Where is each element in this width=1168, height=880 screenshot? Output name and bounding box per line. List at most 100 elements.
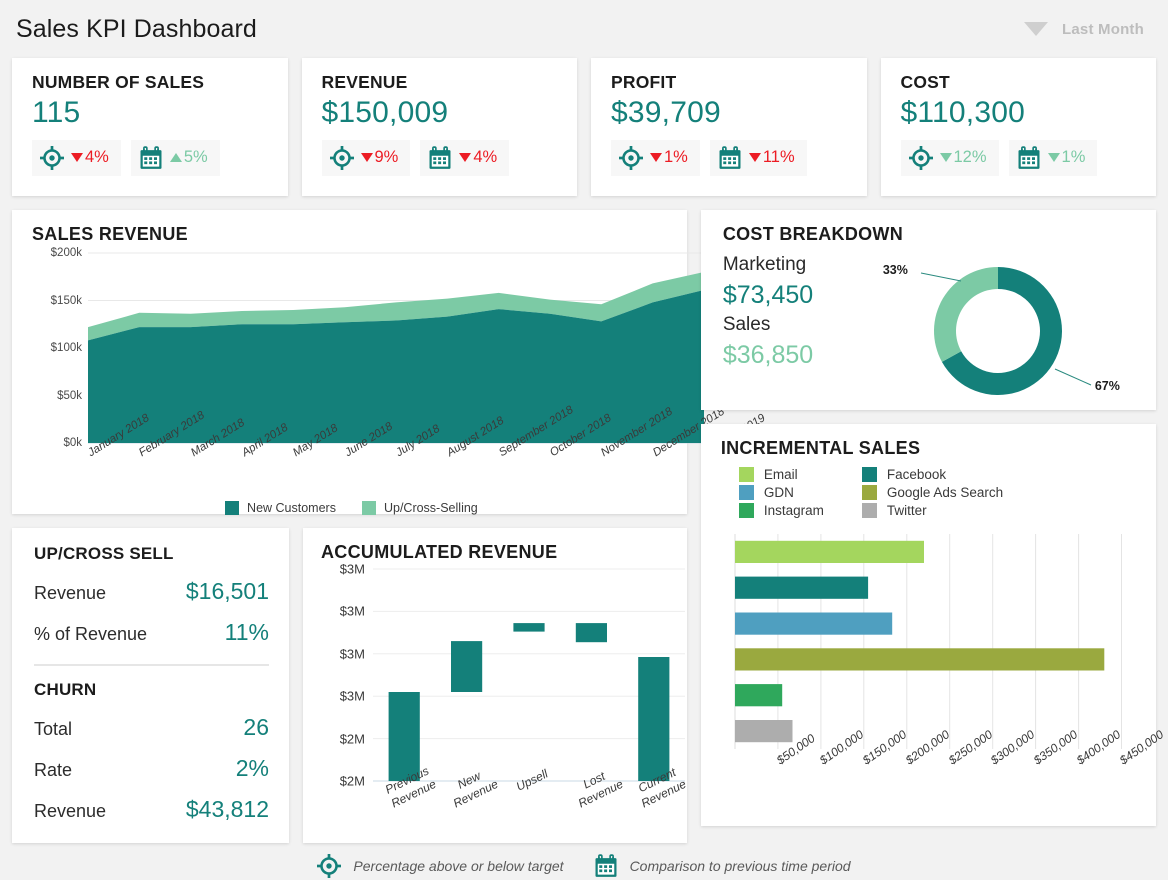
kpi-chip-target[interactable]: 12%	[901, 140, 999, 176]
incremental-bar	[735, 541, 924, 563]
kpi-chip-target[interactable]: 1%	[611, 140, 700, 176]
kpi-delta-period: 4%	[459, 148, 497, 167]
churn-label: Total	[34, 719, 72, 740]
churn-title: CHURN	[34, 680, 269, 700]
y-axis-tick: $3M	[340, 646, 365, 661]
kpi-chips: 12% 1%	[901, 140, 1139, 176]
kpi-value: $39,709	[611, 94, 849, 132]
y-axis-tick: $200k	[51, 247, 82, 259]
kpi-value: $150,009	[322, 94, 560, 132]
donut-leader-67	[1055, 369, 1091, 385]
accumulated-revenue-plot: $2M$2M$3M$3M$3M$3M PreviousRevenueNewRev…	[321, 569, 673, 781]
incremental-bar	[735, 613, 892, 635]
footer-legend-text: Comparison to previous time period	[630, 858, 851, 874]
kpi-delta-period: 5%	[170, 148, 208, 167]
y-axis-tick: $150k	[51, 295, 82, 307]
kpi-delta-target: 12%	[940, 148, 987, 167]
kpi-delta-target: 4%	[71, 148, 109, 167]
donut-pct-67: 67%	[1095, 379, 1120, 393]
accumulated-revenue-title: ACCUMULATED REVENUE	[321, 542, 673, 563]
legend-item[interactable]: Facebook	[862, 467, 1003, 482]
kpi-card: PROFIT $39,709 1%	[591, 58, 867, 196]
kpi-card: NUMBER OF SALES 115 4%	[12, 58, 288, 196]
kpi-chip-period[interactable]: 11%	[710, 140, 807, 176]
period-filter-dropdown[interactable]: Last Month	[1024, 21, 1152, 38]
calendar-icon	[594, 854, 618, 878]
kpi-chip-period[interactable]: 5%	[131, 140, 220, 176]
legend-item[interactable]: Email	[739, 467, 824, 482]
kpi-delta-target: 9%	[361, 148, 399, 167]
incremental-sales-title: INCREMENTAL SALES	[721, 438, 1140, 459]
y-axis-tick: $50k	[57, 390, 82, 402]
footer-legend-item: Percentage above or below target	[317, 854, 563, 878]
calendar-icon	[1017, 146, 1041, 170]
calendar-icon	[428, 146, 452, 170]
footer-legend-item: Comparison to previous time period	[594, 854, 851, 878]
chevron-down-icon	[1024, 22, 1048, 36]
legend-item[interactable]: Google Ads Search	[862, 485, 1003, 500]
up-cross-sell-card: UP/CROSS SELL Revenue $16,501 % of Revenu…	[12, 528, 289, 843]
section-divider	[34, 664, 269, 666]
kpi-delta-period: 1%	[1048, 148, 1086, 167]
up-cross-sell-label: % of Revenue	[34, 624, 147, 645]
cost-breakdown-card: COST BREAKDOWN Marketing $73,450Sales $3…	[701, 210, 1156, 410]
target-icon	[619, 146, 643, 170]
y-axis-tick: $0k	[63, 437, 82, 449]
kpi-chips: 1% 11%	[611, 140, 849, 176]
incremental-bar	[735, 577, 868, 599]
kpi-chip-target[interactable]: 4%	[32, 140, 121, 176]
footer-legend-text: Percentage above or below target	[353, 858, 563, 874]
calendar-icon	[139, 146, 163, 170]
incremental-sales-x-axis: $50,000$100,000$150,000$200,000$250,000$…	[735, 752, 1140, 832]
kpi-title: NUMBER OF SALES	[32, 72, 270, 93]
churn-value: 2%	[236, 755, 269, 782]
legend-swatch	[739, 503, 754, 518]
sales-revenue-plot: $0k$50k$100k$150k$200k January 2018Febru…	[32, 253, 671, 443]
incremental-sales-card: INCREMENTAL SALES Email GDN Instagram Fa…	[701, 424, 1156, 826]
waterfall-bar	[638, 657, 669, 781]
legend-column: Email GDN Instagram	[739, 467, 824, 518]
up-cross-sell-row: % of Revenue 11%	[34, 619, 269, 646]
legend-label: Email	[764, 467, 798, 482]
cost-breakdown-body: Marketing $73,450Sales $36,850 33% 67%	[723, 251, 1138, 411]
cost-breakdown-values: Marketing $73,450Sales $36,850	[723, 251, 903, 371]
incremental-bar	[735, 684, 782, 706]
kpi-card: COST $110,300 12%	[881, 58, 1157, 196]
y-axis-tick: $3M	[340, 562, 365, 577]
cost-item-label: Marketing	[723, 251, 903, 279]
legend-swatch	[862, 503, 877, 518]
incremental-sales-legend: Email GDN Instagram Facebook Google Ads …	[721, 467, 1140, 518]
churn-value: $43,812	[186, 796, 269, 823]
churn-row: Total 26	[34, 714, 269, 741]
legend-item[interactable]: Twitter	[862, 503, 1003, 518]
cost-item-label: Sales	[723, 311, 903, 339]
incremental-svg	[735, 534, 1143, 749]
lower-left-row: UP/CROSS SELL Revenue $16,501 % of Revenu…	[12, 528, 687, 843]
right-column: COST BREAKDOWN Marketing $73,450Sales $3…	[701, 210, 1156, 843]
left-column: SALES REVENUE $0k$50k$100k$150k$200k Jan…	[12, 210, 687, 843]
waterfall-bar	[576, 623, 607, 642]
donut-leader-33	[921, 273, 961, 281]
cost-breakdown-title: COST BREAKDOWN	[723, 224, 1138, 245]
kpi-chip-target[interactable]: 9%	[322, 140, 411, 176]
incremental-bar	[735, 648, 1104, 670]
up-cross-sell-title: UP/CROSS SELL	[34, 544, 269, 564]
kpi-chip-period[interactable]: 1%	[1009, 140, 1098, 176]
kpi-chip-period[interactable]: 4%	[420, 140, 509, 176]
kpi-value: $110,300	[901, 94, 1139, 132]
churn-label: Revenue	[34, 801, 106, 822]
legend-column: Facebook Google Ads Search Twitter	[862, 467, 1003, 518]
kpi-title: COST	[901, 72, 1139, 93]
legend-label: Google Ads Search	[887, 485, 1003, 500]
kpi-value: 115	[32, 94, 270, 132]
target-icon	[317, 854, 341, 878]
up-cross-sell-value: 11%	[225, 619, 269, 646]
legend-item[interactable]: Instagram	[739, 503, 824, 518]
legend-label: GDN	[764, 485, 794, 500]
up-cross-sell-row: Revenue $16,501	[34, 578, 269, 605]
page-title: Sales KPI Dashboard	[16, 15, 257, 44]
up-cross-sell-value: $16,501	[186, 578, 269, 605]
legend-item[interactable]: GDN	[739, 485, 824, 500]
legend-label: Facebook	[887, 467, 946, 482]
up-cross-sell-rows: Revenue $16,501 % of Revenue 11%	[34, 578, 269, 646]
